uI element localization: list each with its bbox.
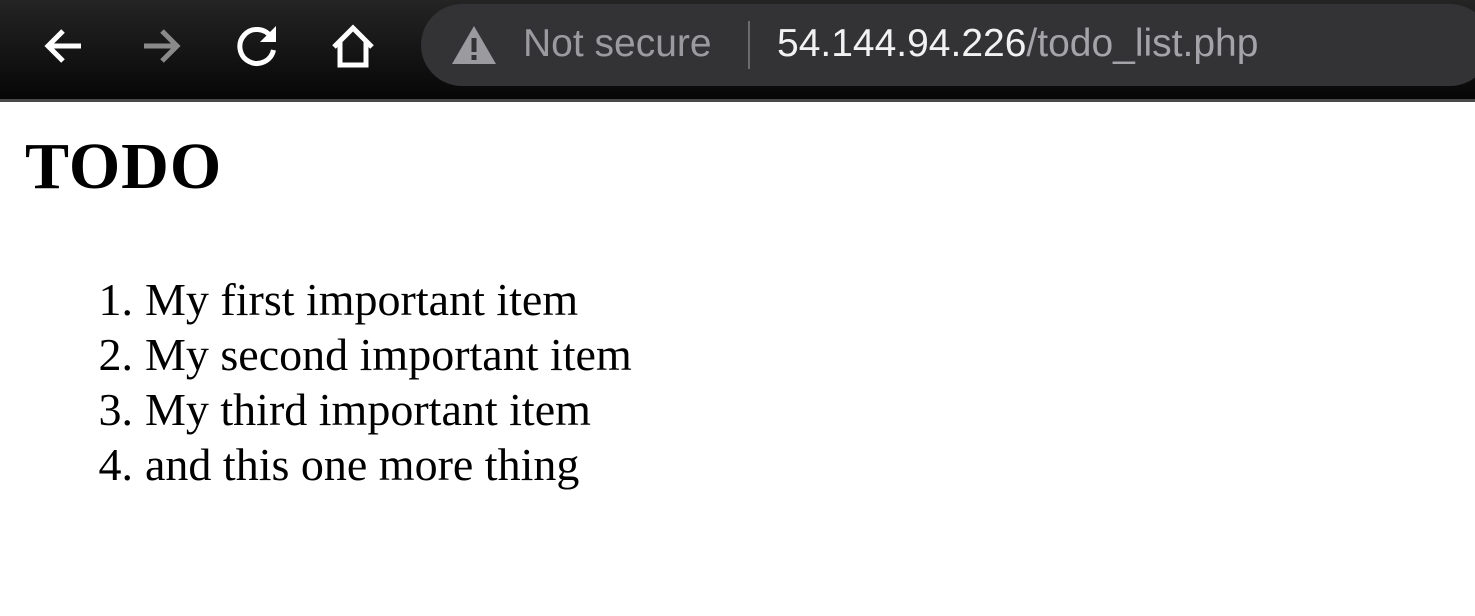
warning-triangle-icon[interactable] — [451, 25, 497, 65]
list-item-number: 4. — [98, 439, 134, 490]
list-item-text: My first important item — [145, 274, 579, 325]
url-host: 54.144.94.226 — [777, 22, 1027, 65]
url-path: /todo_list.php — [1026, 22, 1259, 65]
home-icon — [332, 24, 374, 68]
home-button[interactable] — [329, 22, 377, 70]
list-item-text: and this one more thing — [145, 439, 580, 490]
list-item-number: 2. — [98, 329, 134, 380]
back-button[interactable] — [40, 22, 88, 70]
page-title: TODO — [25, 130, 223, 203]
address-bar[interactable]: Not secure 54.144.94.226/todo_list.php — [421, 4, 1475, 86]
list-item-text: My second important item — [145, 329, 632, 380]
forward-arrow-icon — [144, 29, 181, 63]
security-status-label[interactable]: Not secure — [523, 21, 712, 67]
back-arrow-icon — [44, 29, 81, 63]
forward-button[interactable] — [137, 22, 185, 70]
address-divider — [748, 21, 750, 69]
url-text[interactable]: 54.144.94.226/todo_list.php — [777, 21, 1258, 67]
page-content: TODO 1. My first important item 2. My se… — [0, 102, 1475, 616]
reload-icon — [237, 26, 276, 66]
list-item-text: My third important item — [145, 384, 591, 435]
list-item-number: 3. — [98, 384, 134, 435]
browser-toolbar: Not secure 54.144.94.226/todo_list.php — [0, 0, 1475, 102]
list-item-number: 1. — [98, 274, 134, 325]
reload-button[interactable] — [233, 22, 281, 70]
